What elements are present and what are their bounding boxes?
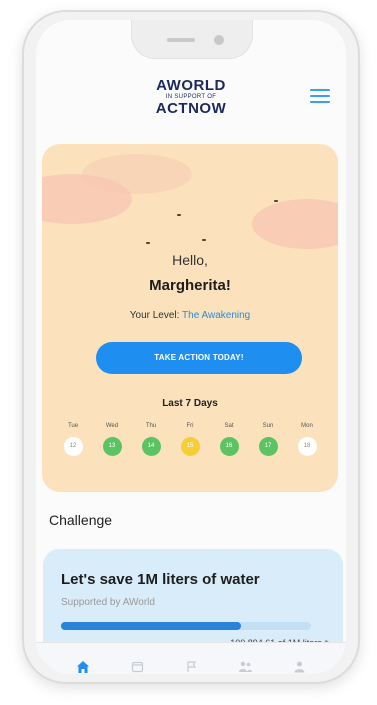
community-icon bbox=[238, 661, 252, 672]
day-item[interactable]: Sat 16 bbox=[216, 423, 242, 456]
logo-line-3: ACTNOW bbox=[155, 100, 227, 117]
bird-decoration bbox=[146, 242, 150, 244]
tab-home[interactable] bbox=[70, 656, 96, 675]
greeting-card: Hello, Margherita! Your Level: The Awake… bbox=[42, 144, 338, 492]
hamburger-menu-icon[interactable] bbox=[310, 88, 330, 104]
day-circle: 17 bbox=[258, 437, 278, 456]
cloud-decoration bbox=[252, 199, 338, 249]
bird-decoration bbox=[274, 200, 278, 202]
tab-calendar[interactable] bbox=[124, 656, 150, 675]
app-logo: AWORLD IN SUPPORT OF ACTNOW bbox=[36, 78, 346, 116]
day-circle: 12 bbox=[63, 437, 83, 456]
greeting-text: Hello, bbox=[172, 252, 208, 268]
day-item[interactable]: Thu 14 bbox=[138, 423, 164, 456]
day-name: Thu bbox=[145, 423, 157, 429]
challenge-subtitle: Supported by AWorld bbox=[61, 597, 155, 608]
tab-community[interactable] bbox=[232, 656, 258, 675]
speaker-grille bbox=[167, 38, 195, 42]
user-level: Your Level: The Awakening bbox=[42, 310, 338, 321]
notch bbox=[131, 20, 253, 59]
day-circle: 13 bbox=[102, 437, 122, 456]
day-item[interactable]: Fri 15 bbox=[177, 423, 203, 456]
tab-profile[interactable] bbox=[286, 656, 312, 675]
flag-icon bbox=[186, 661, 196, 672]
day-circle: 14 bbox=[141, 437, 161, 456]
day-circle: 15 bbox=[180, 437, 200, 456]
day-item[interactable]: Sun 17 bbox=[255, 423, 281, 456]
level-value-link[interactable]: The Awakening bbox=[182, 310, 250, 321]
app-screen: AWORLD IN SUPPORT OF ACTNOW Hello, Margh… bbox=[36, 20, 346, 674]
camera-dot bbox=[214, 35, 224, 45]
profile-icon bbox=[294, 661, 304, 673]
calendar-icon bbox=[131, 661, 143, 673]
week-tracker: Tue 12 Wed 13 Thu 14 Fri 15 Sat 16 Sun 1… bbox=[60, 423, 320, 456]
phone-frame: AWORLD IN SUPPORT OF ACTNOW Hello, Margh… bbox=[22, 10, 360, 684]
bottom-tab-bar bbox=[36, 642, 346, 674]
cloud-decoration bbox=[82, 154, 192, 194]
day-item[interactable]: Tue 12 bbox=[60, 423, 86, 456]
level-label: Your Level: bbox=[129, 310, 180, 321]
day-name: Fri bbox=[186, 423, 194, 429]
user-name: Margherita! bbox=[149, 277, 231, 294]
challenge-progress-bar bbox=[61, 622, 311, 630]
day-name: Tue bbox=[67, 423, 79, 429]
day-item[interactable]: Wed 13 bbox=[99, 423, 125, 456]
progress-fill bbox=[61, 622, 241, 630]
bird-decoration bbox=[202, 239, 206, 241]
day-name: Sat bbox=[224, 423, 234, 429]
day-name: Sun bbox=[262, 423, 274, 429]
challenge-title: Let's save 1M liters of water bbox=[61, 571, 260, 588]
challenge-section-title: Challenge bbox=[49, 512, 113, 528]
bird-decoration bbox=[177, 214, 181, 216]
logo-line-1: AWORLD bbox=[156, 77, 226, 94]
day-name: Mon bbox=[301, 423, 313, 429]
day-item[interactable]: Mon 18 bbox=[294, 423, 320, 456]
day-name: Wed bbox=[105, 423, 119, 429]
day-circle: 16 bbox=[219, 437, 239, 456]
tab-challenges[interactable] bbox=[178, 656, 204, 675]
week-title: Last 7 Days bbox=[162, 398, 218, 409]
day-circle: 18 bbox=[297, 437, 317, 456]
take-action-button[interactable]: TAKE ACTION TODAY! bbox=[96, 342, 302, 374]
home-icon bbox=[77, 660, 89, 673]
